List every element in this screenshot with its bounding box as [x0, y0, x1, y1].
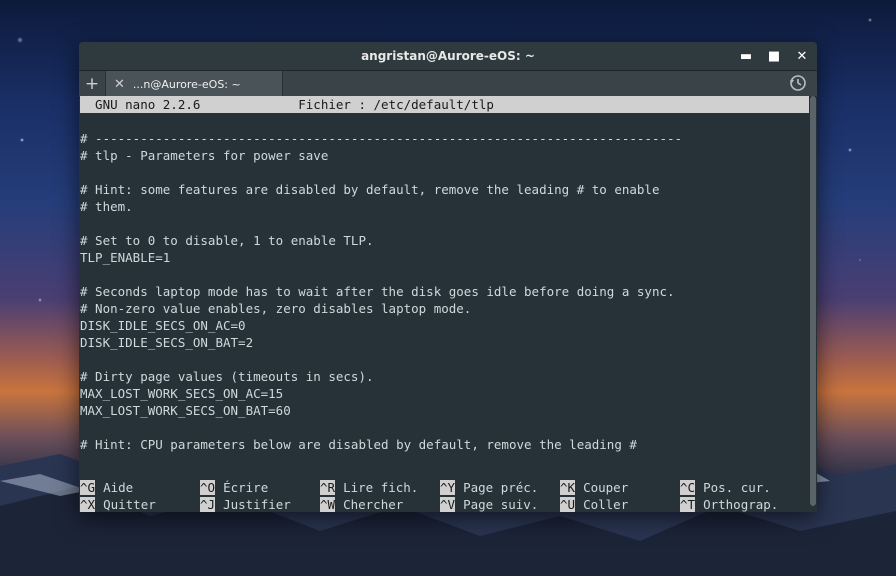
shortcut-key: ^X [80, 497, 96, 512]
text-line: MAX_LOST_WORK_SECS_ON_BAT=60 [80, 403, 291, 418]
shortcut-key: ^G [80, 480, 96, 495]
shortcut-key: ^C [680, 480, 696, 495]
shortcut-item: ^Y Page préc. [440, 479, 538, 496]
shortcut-item: ^C Pos. cur. [680, 479, 771, 496]
shortcut-item: ^G Aide [80, 479, 133, 496]
shortcut-key: ^R [320, 480, 336, 495]
shortcut-label: Justifier [223, 497, 291, 512]
history-icon[interactable] [789, 74, 807, 92]
shortcut-key: ^V [440, 497, 456, 512]
plus-icon: + [84, 74, 100, 94]
shortcut-label: Couper [583, 480, 629, 495]
shortcut-item: ^R Lire fich. [320, 479, 418, 496]
text-line: # Set to 0 to disable, 1 to enable TLP. [80, 233, 374, 248]
shortcut-label: Quitter [103, 497, 156, 512]
new-tab-button[interactable]: + [79, 71, 105, 97]
shortcut-label: Coller [583, 497, 629, 512]
shortcut-item: ^U Coller [560, 496, 628, 512]
window-title: angristan@Aurore-eOS: ~ [361, 49, 535, 63]
shortcut-item: ^K Couper [560, 479, 628, 496]
shortcut-item: ^J Justifier [200, 496, 291, 512]
shortcut-item: ^W Chercher [320, 496, 403, 512]
shortcut-label: Orthograp. [703, 497, 779, 512]
text-line: # tlp - Parameters for power save [80, 148, 329, 163]
close-icon[interactable]: ✕ [795, 49, 809, 64]
text-line: TLP_ENABLE=1 [80, 250, 171, 265]
text-line: DISK_IDLE_SECS_ON_AC=0 [80, 318, 246, 333]
minimize-icon[interactable]: ▬ [739, 49, 753, 64]
shortcut-item: ^O Écrire [200, 479, 268, 496]
shortcut-key: ^W [320, 497, 336, 512]
text-line: # Non-zero value enables, zero disables … [80, 301, 472, 316]
shortcut-label: Écrire [223, 480, 269, 495]
tab-close-icon[interactable]: ✕ [114, 77, 125, 92]
text-line: # Hint: some features are disabled by de… [80, 182, 660, 197]
shortcut-key: ^T [680, 497, 696, 512]
nano-header: GNU nano 2.2.6 Fichier : /etc/default/tl… [80, 96, 809, 113]
shortcut-label: Lire fich. [343, 480, 419, 495]
shortcut-key: ^O [200, 480, 216, 495]
text-line: # Hint: CPU parameters below are disable… [80, 437, 637, 452]
shortcut-label: Pos. cur. [703, 480, 771, 495]
shortcut-label: Aide [103, 480, 134, 495]
text-line: # Dirty page values (timeouts in secs). [80, 369, 374, 384]
tab-bar: + ✕ ...n@Aurore-eOS: ~ [79, 70, 817, 98]
scrollbar-thumb[interactable] [810, 96, 816, 506]
terminal-content[interactable]: GNU nano 2.2.6 Fichier : /etc/default/tl… [79, 96, 809, 512]
terminal-window: angristan@Aurore-eOS: ~ ▬ ■ ✕ + ✕ ...n@A… [79, 42, 817, 512]
shortcut-key: ^Y [440, 480, 456, 495]
maximize-icon[interactable]: ■ [767, 49, 781, 64]
text-line: # --------------------------------------… [80, 131, 683, 146]
shortcut-key: ^J [200, 497, 216, 512]
title-bar[interactable]: angristan@Aurore-eOS: ~ ▬ ■ ✕ [79, 42, 817, 70]
text-line: # them. [80, 199, 133, 214]
scrollbar[interactable] [810, 96, 816, 506]
shortcut-item: ^X Quitter [80, 496, 156, 512]
tab-terminal[interactable]: ✕ ...n@Aurore-eOS: ~ [105, 71, 283, 97]
shortcut-label: Chercher [343, 497, 404, 512]
text-line: DISK_IDLE_SECS_ON_BAT=2 [80, 335, 254, 350]
shortcut-item: ^T Orthograp. [680, 496, 778, 512]
shortcut-key: ^K [560, 480, 576, 495]
text-line: MAX_LOST_WORK_SECS_ON_AC=15 [80, 386, 284, 401]
shortcut-key: ^U [560, 497, 576, 512]
shortcut-label: Page préc. [463, 480, 539, 495]
shortcut-item: ^V Page suiv. [440, 496, 538, 512]
tab-label: ...n@Aurore-eOS: ~ [132, 77, 241, 91]
shortcut-label: Page suiv. [463, 497, 539, 512]
text-line: # Seconds laptop mode has to wait after … [80, 284, 675, 299]
